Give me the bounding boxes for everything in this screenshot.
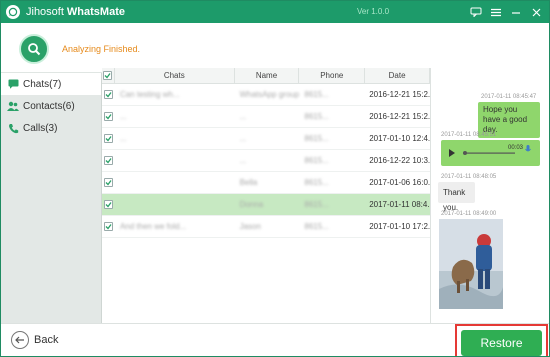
chats-table: Chats Name Phone Date Can testing wh... … xyxy=(102,68,431,323)
table-header: Chats Name Phone Date xyxy=(102,68,430,84)
phone-number: 8615... xyxy=(304,200,329,209)
chat-preview: ... xyxy=(119,112,127,121)
row-checkbox[interactable] xyxy=(102,200,115,209)
phone-icon xyxy=(7,122,19,134)
table-row-selected[interactable]: Donna 8615... 2017-01-11 08:4... xyxy=(102,194,430,216)
chat-preview: And then we fold... xyxy=(119,222,187,231)
contact-name: ... xyxy=(239,112,247,121)
contact-name: Jason xyxy=(239,222,261,231)
sidebar-item-label: Calls(3) xyxy=(23,122,58,134)
app-title: Jihosoft WhatsMate xyxy=(26,6,125,18)
photo-message[interactable] xyxy=(439,219,503,309)
table-row[interactable]: ... 8615... 2016-12-22 10:3... xyxy=(102,150,430,172)
sidebar-item-label: Chats(7) xyxy=(23,78,62,90)
app-window: Jihosoft WhatsMate Ver 1.0.0 Analyzing F… xyxy=(0,0,550,357)
status-message: Analyzing Finished. xyxy=(62,44,141,54)
message-timestamp: 2017-01-11 08:45:47 xyxy=(481,94,537,100)
phone-number: 8615... xyxy=(304,134,329,143)
row-checkbox[interactable] xyxy=(102,134,115,143)
sidebar-item-chats[interactable]: Chats(7) xyxy=(1,73,101,95)
message-timestamp: 2017-01-11 08:48:05 xyxy=(441,174,497,180)
select-all-checkbox[interactable] xyxy=(102,68,115,83)
column-header-date[interactable]: Date xyxy=(365,68,430,83)
arrow-left-icon xyxy=(11,331,29,349)
message-timestamp: 2017-01-11 08:45:51 xyxy=(441,132,497,138)
title-bar: Jihosoft WhatsMate Ver 1.0.0 xyxy=(1,1,549,23)
audio-duration: 00:03 xyxy=(508,145,524,151)
version-label: Ver 1.0.0 xyxy=(357,7,390,16)
row-checkbox[interactable] xyxy=(102,156,115,165)
row-checkbox[interactable] xyxy=(102,112,115,121)
restore-button[interactable]: Restore xyxy=(461,330,542,356)
chat-icon xyxy=(7,78,19,90)
message-bubble-in: Thank you. xyxy=(438,182,475,212)
contact-name: Donna xyxy=(239,200,264,209)
back-button[interactable]: Back xyxy=(11,331,58,349)
table-row[interactable]: Bella 8615... 2017-01-06 16:0... xyxy=(102,172,430,194)
sidebar: Chats(7) Contacts(6) Calls(3) xyxy=(1,73,102,323)
vendor-name: Jihosoft xyxy=(26,6,64,18)
phone-number: 8615... xyxy=(304,178,329,187)
chat-date: 2017-01-10 12:4... xyxy=(369,134,430,143)
audio-message-bubble[interactable]: 00:03 xyxy=(441,140,540,166)
close-icon[interactable] xyxy=(528,4,544,20)
table-row[interactable]: ... ... 8615... 2016-12-21 15:2... xyxy=(102,106,430,128)
contacts-icon xyxy=(7,100,19,112)
chat-date: 2016-12-22 10:3... xyxy=(369,156,430,165)
phone-number: 8615... xyxy=(304,156,329,165)
chat-preview: Can testing wh... xyxy=(119,90,180,99)
product-name: WhatsMate xyxy=(66,6,125,18)
message-timestamp: 2017-01-11 08:49:00 xyxy=(441,211,497,217)
row-checkbox[interactable] xyxy=(102,90,115,99)
row-checkbox[interactable] xyxy=(102,222,115,231)
chat-date: 2017-01-10 17:2... xyxy=(369,222,430,231)
phone-number: 8615... xyxy=(304,90,329,99)
contact-name: ... xyxy=(239,156,247,165)
contact-name: ... xyxy=(239,134,247,143)
column-header-chats[interactable]: Chats xyxy=(115,68,235,83)
menu-icon[interactable] xyxy=(488,4,504,20)
minimize-icon[interactable] xyxy=(508,4,524,20)
contact-name: Bella xyxy=(239,178,258,187)
column-header-name[interactable]: Name xyxy=(235,68,300,83)
table-row[interactable]: ... ... 8615... 2017-01-10 12:4... xyxy=(102,128,430,150)
search-icon xyxy=(19,34,49,64)
chat-date: 2016-12-21 15:2... xyxy=(369,112,430,121)
status-bar: Analyzing Finished. xyxy=(1,23,549,73)
chat-preview: ... xyxy=(119,134,127,143)
bottom-bar: Back Restore xyxy=(1,323,549,356)
back-label: Back xyxy=(34,334,59,346)
column-header-phone[interactable]: Phone xyxy=(299,68,366,83)
sidebar-item-label: Contacts(6) xyxy=(23,100,75,112)
microphone-icon xyxy=(525,145,531,156)
phone-number: 8615... xyxy=(304,112,329,121)
chat-date: 2017-01-11 08:4... xyxy=(369,200,430,209)
sidebar-item-calls[interactable]: Calls(3) xyxy=(1,117,101,139)
table-row[interactable]: Can testing wh... WhatsApp group 8615...… xyxy=(102,84,430,106)
feedback-icon[interactable] xyxy=(468,4,484,20)
chat-preview-panel: 2017-01-11 08:45:47 Hope you have a good… xyxy=(431,68,549,323)
whatsapp-logo-icon xyxy=(6,5,20,19)
chat-date: 2017-01-06 16:0... xyxy=(369,178,430,187)
sidebar-item-contacts[interactable]: Contacts(6) xyxy=(1,95,101,117)
phone-number: 8615... xyxy=(304,222,329,231)
row-checkbox[interactable] xyxy=(102,178,115,187)
chat-date: 2016-12-21 15:2... xyxy=(369,90,430,99)
table-row[interactable]: And then we fold... Jason 8615... 2017-0… xyxy=(102,216,430,238)
contact-name: WhatsApp group xyxy=(239,90,300,99)
